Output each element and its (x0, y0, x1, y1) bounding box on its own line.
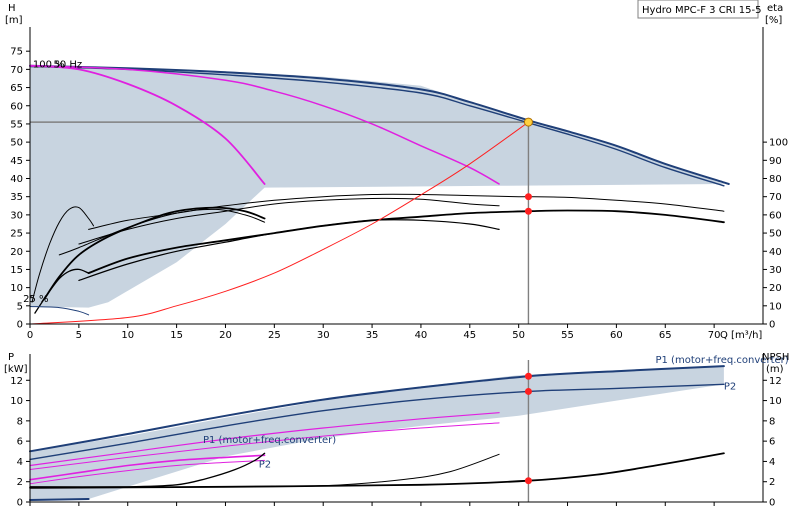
head-left-tick-label: 35 (10, 192, 23, 203)
head-left-tick-label: 60 (10, 101, 23, 112)
power-left-tick-label: 6 (17, 437, 23, 448)
power-left-tick-label: 0 (17, 498, 23, 509)
head-x-tick-label: 50 (512, 330, 525, 341)
head-right-tick-label: 50 (769, 229, 782, 240)
head-left-tick-label: 65 (10, 83, 23, 94)
head-duty-point-1 (524, 193, 532, 201)
head-left-tick-label: 10 (10, 283, 23, 294)
power-annotation-2: P1 (motor+freq.converter) (203, 435, 336, 446)
head-left-tick-label: 45 (10, 156, 23, 167)
power-annotation-3: P2 (259, 460, 271, 471)
head-right-tick-label: 60 (769, 210, 782, 221)
head-right-tick-label: 30 (769, 265, 782, 276)
head-panel: 0510152025303540455055606570750102030405… (10, 27, 788, 341)
head-x-tick-label: 45 (463, 330, 476, 341)
head-x-tick-label: 25 (268, 330, 281, 341)
power-series-npsh-low (29, 498, 90, 501)
power-duty-point-0 (524, 372, 532, 380)
head-left-tick-label: 50 (10, 138, 23, 149)
power-duty-point-2 (524, 477, 532, 485)
head-left-tick-label: 25 (10, 229, 23, 240)
head-right-tick-label: 70 (769, 192, 782, 203)
eta-y-label: eta (767, 3, 783, 14)
head-annotation-1: 50 Hz (53, 60, 82, 71)
chart-title: Hydro MPC-F 3 CRI 15-5 (642, 5, 761, 16)
head-x-tick-label: 35 (366, 330, 379, 341)
head-duty-point-2 (524, 207, 532, 215)
head-x-tick-label: 5 (76, 330, 82, 341)
head-right-tick-label: 80 (769, 174, 782, 185)
head-left-tick-label: 20 (10, 247, 23, 258)
head-right-tick-label: 10 (769, 301, 782, 312)
power-left-tick-label: 2 (17, 477, 23, 488)
head-x-tick-label: 30 (317, 330, 330, 341)
power-right-tick-label: 8 (769, 416, 775, 427)
head-annotation-2: 25 % (23, 294, 48, 305)
head-x-tick-label: 70 (708, 330, 721, 341)
power-y-label: P (8, 352, 14, 363)
head-envelope-layer (30, 65, 724, 308)
head-x-tick-label: 20 (219, 330, 232, 341)
head-x-tick-label: 40 (415, 330, 428, 341)
eta-y-unit: [%] (765, 15, 782, 26)
head-x-tick-label: 65 (659, 330, 672, 341)
head-left-tick-label: 55 (10, 119, 23, 130)
power-left-tick-label: 10 (10, 396, 23, 407)
power-right-tick-label: 10 (769, 396, 782, 407)
head-left-tick-label: 0 (17, 320, 23, 331)
head-left-tick-label: 5 (17, 301, 23, 312)
npsh-y-label: NPSH (762, 352, 789, 363)
head-left-tick-label: 75 (10, 47, 23, 58)
power-right-tick-label: 0 (769, 498, 775, 509)
power-duty-point-1 (524, 387, 532, 395)
power-left-tick-label: 12 (10, 376, 23, 387)
head-right-tick-label: 100 (769, 138, 788, 149)
pump-performance-chart: 0510152025303540455055606570750102030405… (4, 0, 789, 509)
head-right-tick-label: 20 (769, 283, 782, 294)
head-operating-envelope (30, 65, 724, 308)
power-right-tick-label: 6 (769, 437, 775, 448)
head-left-tick-label: 15 (10, 265, 23, 276)
power-panel: 0 2 4 6 8 10 12 0 2 4 6 8 10 12 P1 (motor+freq.convert… (10, 354, 789, 509)
power-right-tick-label: 2 (769, 477, 775, 488)
head-x-tick-label: 15 (170, 330, 183, 341)
head-x-tick-label: 60 (610, 330, 623, 341)
head-right-tick-label: 40 (769, 247, 782, 258)
power-y-unit: [kW] (4, 364, 28, 375)
head-x-tick-label: 0 (27, 330, 33, 341)
head-duty-point-0 (523, 117, 533, 127)
power-right-tick-label: 12 (769, 376, 782, 387)
head-right-tick-label: 0 (769, 320, 775, 331)
npsh-y-unit: (m) (766, 364, 784, 375)
head-y-unit: [m] (5, 15, 23, 26)
head-right-tick-label: 90 (769, 156, 782, 167)
head-y-label: H (8, 3, 16, 14)
head-x-tick-label: 55 (561, 330, 574, 341)
flow-x-label: Q [m³/h] (720, 330, 762, 341)
power-right-tick-label: 4 (769, 457, 775, 468)
power-left-tick-label: 4 (17, 457, 23, 468)
head-left-tick-label: 70 (10, 65, 23, 76)
head-x-tick-label: 10 (121, 330, 134, 341)
head-left-tick-label: 30 (10, 210, 23, 221)
power-left-tick-label: 8 (17, 416, 23, 427)
head-left-tick-label: 40 (10, 174, 23, 185)
power-annotation-1: P2 (724, 381, 736, 392)
